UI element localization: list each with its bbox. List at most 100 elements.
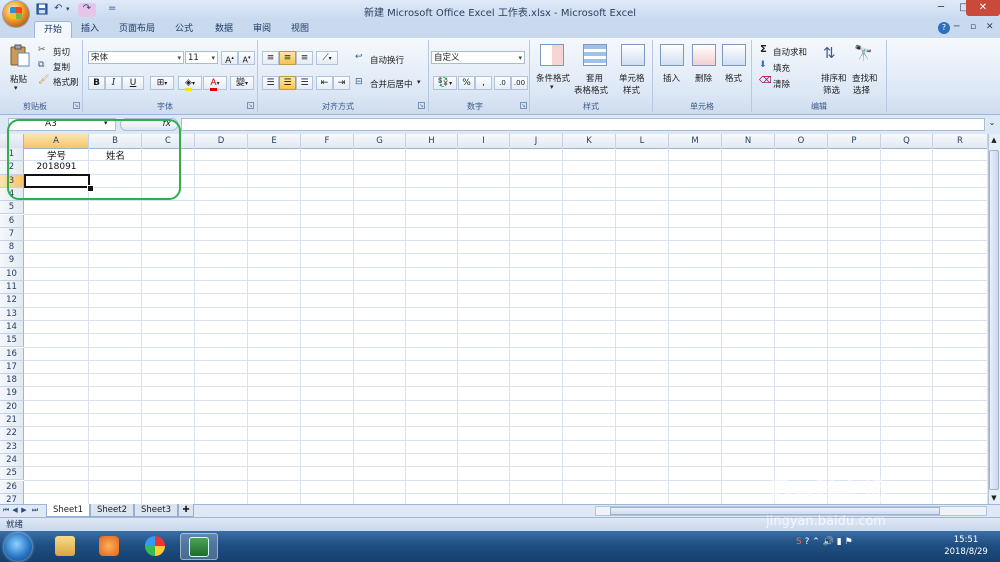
column-header-I[interactable]: I: [458, 134, 510, 148]
autosum-button[interactable]: 自动求和: [772, 45, 808, 59]
clock-time[interactable]: 15:51: [938, 535, 994, 545]
format-as-table-icon[interactable]: [583, 44, 607, 66]
column-header-N[interactable]: N: [722, 134, 775, 148]
start-button[interactable]: [4, 533, 32, 561]
column-header-P[interactable]: P: [828, 134, 881, 148]
number-launcher-icon[interactable]: ↘: [520, 102, 527, 109]
borders-button[interactable]: ⊞▾: [150, 76, 174, 90]
row-header-15[interactable]: 15: [0, 334, 24, 348]
conditional-dropdown-icon[interactable]: ▾: [550, 83, 554, 91]
row-header-10[interactable]: 10: [0, 267, 24, 281]
column-header-L[interactable]: L: [616, 134, 669, 148]
increase-indent-icon[interactable]: ⇥: [333, 76, 350, 90]
row-header-11[interactable]: 11: [0, 281, 24, 295]
network-icon[interactable]: ▮: [837, 537, 842, 547]
column-header-R[interactable]: R: [933, 134, 988, 148]
italic-button[interactable]: I: [105, 76, 122, 90]
column-header-E[interactable]: E: [248, 134, 301, 148]
number-format-combo[interactable]: 自定义 ▾: [431, 51, 525, 64]
paste-dropdown-icon[interactable]: ▾: [14, 84, 18, 92]
paste-icon[interactable]: [9, 44, 31, 68]
cell-styles-button[interactable]: 样式: [622, 83, 641, 97]
tab-home[interactable]: 开始: [34, 21, 72, 39]
vertical-scroll-thumb[interactable]: [989, 150, 999, 490]
first-sheet-icon[interactable]: ⏮: [2, 505, 10, 516]
row-header-26[interactable]: 26: [0, 480, 24, 494]
row-header-23[interactable]: 23: [0, 440, 24, 454]
column-header-G[interactable]: G: [354, 134, 406, 148]
find-select-button[interactable]: 选择: [852, 83, 871, 97]
row-header-5[interactable]: 5: [0, 201, 24, 215]
column-header-O[interactable]: O: [775, 134, 828, 148]
ime-icon[interactable]: S: [796, 537, 802, 547]
taskbar-explorer[interactable]: [46, 533, 84, 560]
sheet-tab-sheet2[interactable]: Sheet2: [90, 504, 134, 517]
column-header-J[interactable]: J: [510, 134, 563, 148]
ribbon-minimize-icon[interactable]: ─: [954, 22, 959, 32]
tab-view[interactable]: 视图: [284, 21, 316, 38]
comma-style-icon[interactable]: ,: [475, 76, 492, 90]
tab-page-layout[interactable]: 页面布局: [112, 21, 162, 38]
row-header-14[interactable]: 14: [0, 320, 24, 335]
insert-cells-icon[interactable]: [660, 44, 684, 66]
row-header-16[interactable]: 16: [0, 347, 24, 361]
format-cells-button[interactable]: 格式: [724, 71, 743, 85]
phonetic-button[interactable]: 變▾: [230, 76, 254, 90]
system-tray[interactable]: S ? ⌃ 🔊 ▮ ⚑: [796, 537, 853, 553]
underline-button[interactable]: U: [122, 76, 144, 90]
row-header-8[interactable]: 8: [0, 241, 24, 255]
format-as-table-button[interactable]: 表格格式: [573, 83, 609, 97]
insert-sheet-icon[interactable]: ✚: [178, 504, 194, 517]
alignment-launcher-icon[interactable]: ↘: [418, 102, 425, 109]
scroll-down-icon[interactable]: ▼: [989, 494, 999, 502]
taskbar-excel[interactable]: [180, 533, 218, 560]
office-button[interactable]: [3, 1, 29, 27]
next-sheet-icon[interactable]: ▶: [20, 505, 28, 516]
grow-font-button[interactable]: A▴: [221, 51, 238, 66]
column-header-F[interactable]: F: [301, 134, 354, 148]
sheet-tab-sheet1[interactable]: Sheet1: [46, 504, 90, 517]
flag-icon[interactable]: ⚑: [845, 537, 853, 547]
formula-input[interactable]: [181, 118, 985, 131]
tray-arrow-icon[interactable]: ⌃: [812, 537, 820, 547]
format-painter-button[interactable]: 格式刷: [52, 75, 80, 89]
accounting-format-icon[interactable]: 💱▾: [433, 76, 457, 90]
column-header-H[interactable]: H: [406, 134, 458, 148]
align-left-icon[interactable]: ☰: [262, 76, 279, 90]
find-select-icon[interactable]: 🔭: [854, 44, 873, 62]
workbook-close-icon[interactable]: ✕: [986, 22, 994, 32]
tab-insert[interactable]: 插入: [74, 21, 106, 38]
volume-icon[interactable]: 🔊: [823, 537, 834, 547]
bold-button[interactable]: B: [88, 76, 105, 90]
row-header-19[interactable]: 19: [0, 387, 24, 401]
taskbar-browser[interactable]: [136, 533, 174, 560]
shrink-font-button[interactable]: A▾: [238, 51, 255, 65]
row-header-22[interactable]: 22: [0, 427, 24, 441]
copy-button[interactable]: 复制: [52, 60, 71, 74]
help-tray-icon[interactable]: ?: [805, 537, 810, 547]
scroll-up-icon[interactable]: ▲: [989, 136, 999, 144]
align-right-icon[interactable]: ☰: [296, 76, 313, 90]
column-header-K[interactable]: K: [563, 134, 616, 148]
font-color-button[interactable]: A▾: [203, 76, 227, 91]
cut-button[interactable]: 剪切: [52, 45, 71, 59]
font-launcher-icon[interactable]: ↘: [247, 102, 254, 109]
tab-data[interactable]: 数据: [208, 21, 240, 38]
tab-review[interactable]: 审阅: [246, 21, 278, 38]
minimize-button[interactable]: ─: [930, 0, 952, 16]
tab-formulas[interactable]: 公式: [168, 21, 200, 38]
fill-color-button[interactable]: ◈▾: [178, 76, 202, 91]
row-header-6[interactable]: 6: [0, 214, 24, 228]
clock-date[interactable]: 2018/8/29: [938, 547, 994, 557]
row-header-25[interactable]: 25: [0, 467, 24, 481]
row-header-17[interactable]: 17: [0, 360, 24, 375]
row-header-20[interactable]: 20: [0, 400, 24, 414]
prev-sheet-icon[interactable]: ◀: [11, 505, 19, 516]
sort-filter-button[interactable]: 筛选: [822, 83, 841, 97]
taskbar-media-player[interactable]: [90, 533, 128, 560]
increase-decimal-icon[interactable]: .0: [494, 76, 511, 90]
row-header-21[interactable]: 21: [0, 414, 24, 428]
fill-button[interactable]: 填充: [772, 61, 791, 75]
decrease-decimal-icon[interactable]: .00: [511, 76, 528, 90]
align-bottom-icon[interactable]: ≡: [296, 51, 313, 65]
